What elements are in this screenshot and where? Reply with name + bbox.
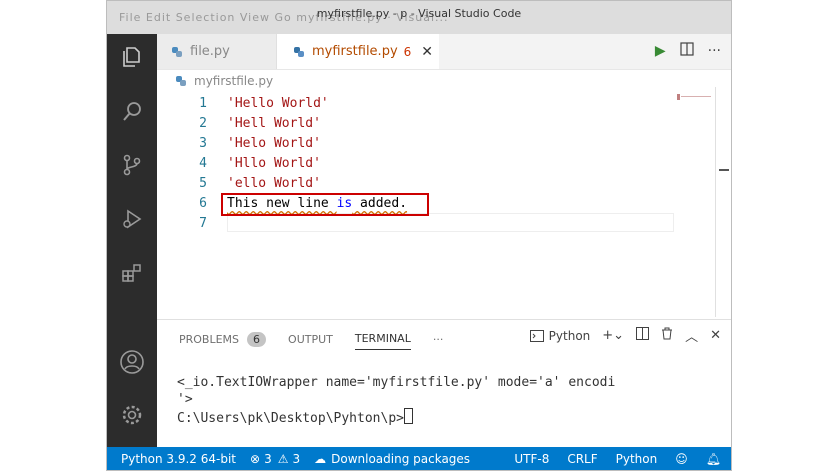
split-terminal-icon[interactable] (636, 327, 650, 344)
more-label: ··· (432, 332, 444, 346)
python-file-icon (294, 46, 304, 57)
breadcrumb-file[interactable]: myfirstfile.py (194, 74, 273, 88)
editor-tab-bar: file.py myfirstfile.py 6 ✕ ▶ ··· (157, 34, 731, 70)
close-icon[interactable]: ✕ (421, 44, 433, 60)
status-bar: Python 3.9.2 64-bit ⊗ 3 ⚠ 3 ☁ Downloadin… (107, 447, 731, 470)
downloading-label: Downloading packages (331, 451, 471, 466)
error-icon: ⊗ (250, 451, 261, 466)
line-number: 6 (199, 196, 207, 211)
terminal-icon (529, 329, 544, 342)
terminal-profile-label: Python (548, 328, 591, 343)
tab-label: TERMINAL (354, 332, 411, 345)
source-control-icon[interactable] (117, 150, 147, 180)
close-panel-icon[interactable]: ✕ (710, 328, 721, 343)
feedback-icon[interactable]: ☺ (675, 452, 688, 466)
activity-bar (107, 34, 157, 447)
extensions-icon[interactable] (117, 258, 147, 288)
maximize-panel-icon[interactable]: ︿ (685, 326, 698, 345)
vscode-window: File Edit Selection View Go myfirstfile.… (106, 0, 732, 471)
tab-problem-count: 6 (403, 44, 412, 59)
tab-label: OUTPUT (288, 332, 333, 346)
run-debug-icon[interactable] (117, 204, 147, 234)
downloading-status[interactable]: ☁ Downloading packages (314, 452, 470, 466)
status-bar-right: UTF-8 CRLF Python ☺ 🔔︎ (514, 447, 721, 470)
terminal-line: '> (177, 392, 193, 407)
line-ending[interactable]: CRLF (567, 452, 597, 466)
language-mode[interactable]: Python (616, 452, 658, 466)
window-title: myfirstfile.py - p - Visual Studio Code (316, 7, 522, 20)
error-count: 3 (264, 451, 272, 466)
notifications-bell-icon[interactable]: 🔔︎ (706, 452, 721, 466)
split-editor-icon[interactable] (680, 42, 694, 60)
warning-count: 3 (292, 451, 301, 466)
panel-tabs: PROBLEMS 6 OUTPUT TERMINAL ··· (179, 328, 465, 350)
tab-label: file.py (190, 44, 230, 59)
problems-badge: 6 (247, 331, 267, 347)
cloud-download-icon: ☁ (314, 451, 327, 466)
python-file-icon (176, 76, 186, 86)
line-number: 2 (199, 116, 207, 131)
scrollbar-thumb[interactable] (719, 169, 729, 171)
tab-output[interactable]: OUTPUT (288, 333, 333, 346)
trash-icon[interactable] (661, 327, 673, 344)
terminal-cursor (403, 408, 413, 424)
terminal-profile[interactable]: Python (529, 328, 591, 343)
python-interpreter[interactable]: Python 3.9.2 64-bit (121, 452, 236, 466)
terminal-prompt: C:\Users\pk\Desktop\Pyhton\p> (177, 411, 404, 426)
line-number: 7 (199, 216, 207, 231)
code-line[interactable]: 'ello World' (227, 176, 321, 191)
code-line[interactable]: 'Hllo World' (227, 156, 321, 171)
tab-myfirstfile-py[interactable]: myfirstfile.py 6 ✕ (277, 34, 439, 69)
tab-terminal[interactable]: TERMINAL (354, 332, 411, 350)
line-number: 4 (199, 156, 207, 171)
terminal-prompt-line[interactable]: C:\Users\pk\Desktop\Pyhton\p> (177, 408, 615, 427)
tab-label: myfirstfile.py (312, 44, 398, 59)
run-icon[interactable]: ▶ (655, 43, 666, 59)
terminal-line: <_io.TextIOWrapper name='myfirstfile.py'… (177, 375, 616, 390)
editor-actions: ▶ ··· (655, 42, 721, 60)
line-number: 5 (199, 176, 207, 191)
tab-label: PROBLEMS (179, 332, 240, 346)
warning-icon: ⚠ (277, 451, 289, 466)
breadcrumb[interactable]: myfirstfile.py (175, 74, 273, 88)
code-line[interactable]: 'Hell World' (227, 116, 321, 131)
more-actions-icon[interactable]: ··· (708, 43, 721, 59)
code-line[interactable]: 'Helo World' (227, 136, 321, 151)
python-file-icon (172, 46, 182, 57)
tab-file-py[interactable]: file.py (157, 34, 277, 69)
panel-actions: Python +⌄ ︿ ✕ (529, 326, 721, 345)
bottom-panel: PROBLEMS 6 OUTPUT TERMINAL ··· Python +⌄ (157, 319, 731, 448)
search-icon[interactable] (117, 96, 147, 126)
code-line[interactable]: 'Hello World' (227, 96, 329, 111)
highlight-box (221, 193, 429, 216)
minimap[interactable] (677, 94, 713, 100)
account-icon[interactable] (117, 347, 147, 377)
explorer-icon[interactable] (117, 42, 147, 72)
line-number: 1 (199, 96, 207, 111)
problems-status[interactable]: ⊗ 3 ⚠ 3 (250, 452, 300, 466)
title-bar: File Edit Selection View Go myfirstfile.… (107, 1, 731, 34)
new-terminal-icon[interactable]: +⌄ (602, 328, 624, 343)
encoding[interactable]: UTF-8 (514, 452, 549, 466)
tab-problems[interactable]: PROBLEMS 6 (179, 331, 267, 347)
panel-more-button[interactable]: ··· (433, 333, 444, 346)
terminal-output[interactable]: <_io.TextIOWrapper name='myfirstfile.py'… (177, 374, 615, 427)
editor-scrollbar[interactable] (715, 87, 716, 317)
line-number: 3 (199, 136, 207, 151)
settings-gear-icon[interactable] (117, 400, 147, 430)
